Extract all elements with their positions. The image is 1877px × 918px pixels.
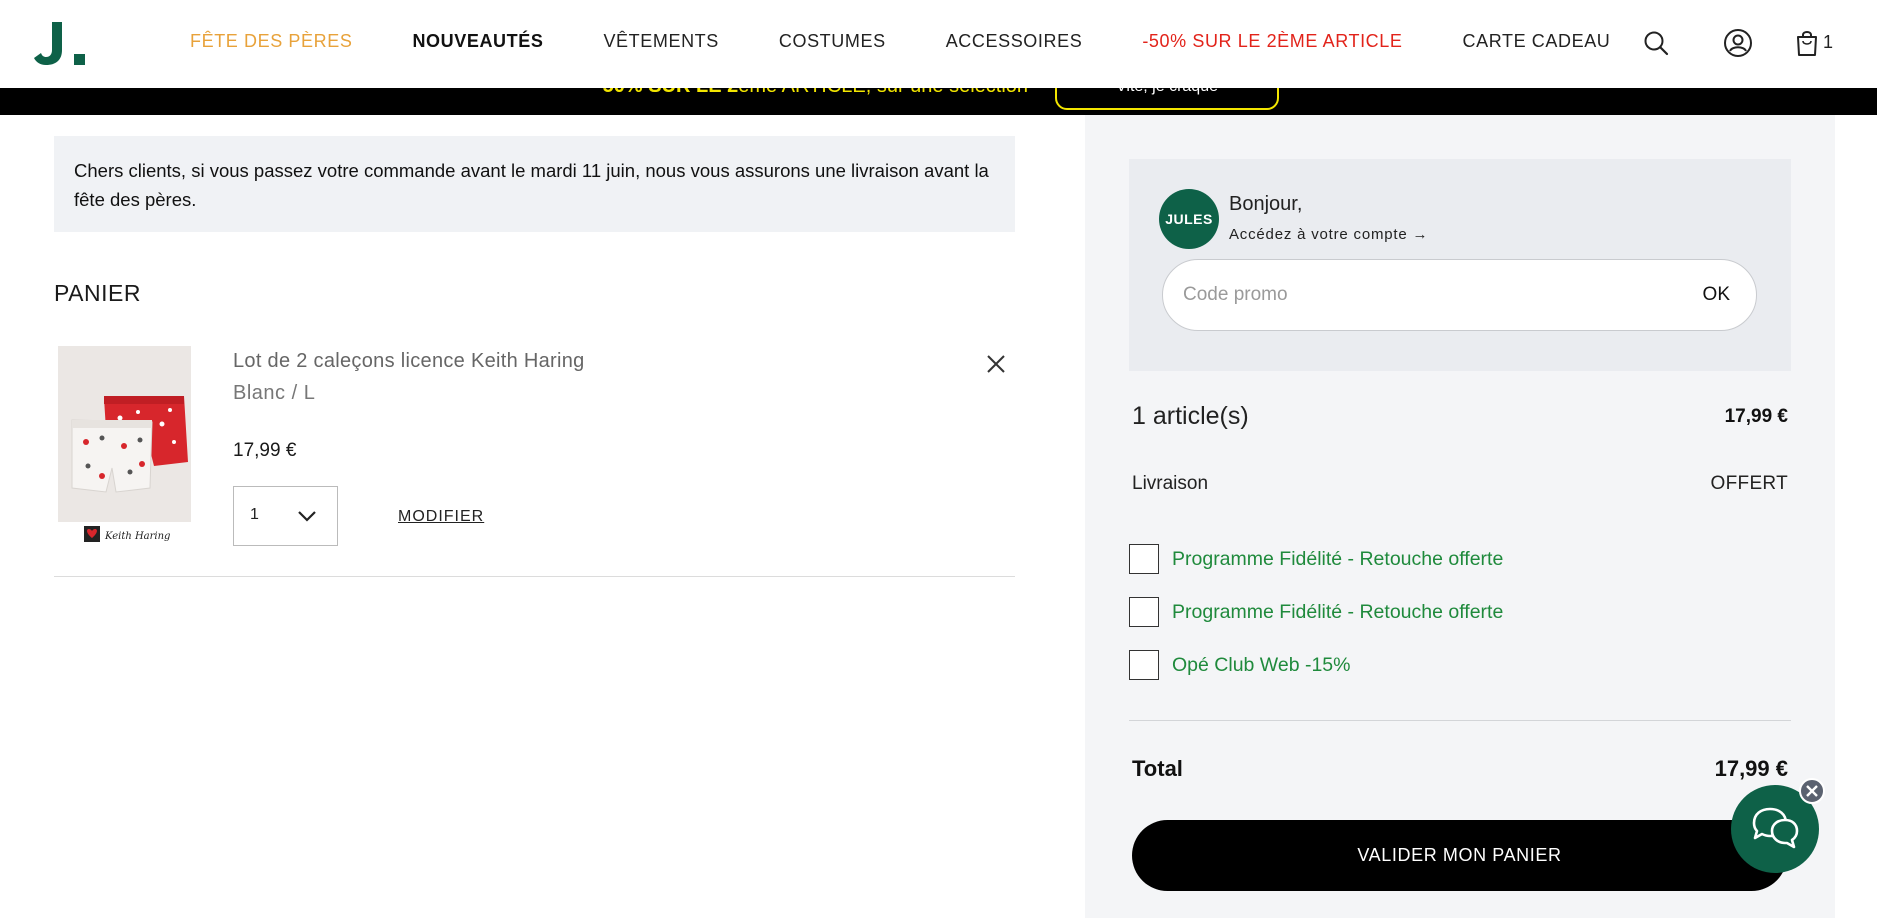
svg-text:Keith Haring: Keith Haring (104, 531, 170, 542)
articles-subtotal: 17,99 € (1724, 406, 1788, 427)
jules-logo[interactable] (34, 20, 90, 66)
main-nav: FÊTE DES PÈRES NOUVEAUTÉS VÊTEMENTS COST… (190, 30, 1610, 52)
banner-text: -50% SUR LE 2ème ARTICLE, sur une sélect… (596, 88, 1028, 98)
validate-cart-button[interactable]: VALIDER MON PANIER (1132, 820, 1787, 891)
bag-icon[interactable] (1793, 28, 1823, 58)
nav-accessoires[interactable]: ACCESSOIRES (946, 30, 1083, 52)
product-name[interactable]: Lot de 2 caleçons licence Keith Haring (233, 350, 585, 373)
product-image[interactable]: Keith Haring (58, 346, 191, 546)
offer-label: Opé Club Web -15% (1172, 654, 1351, 676)
offer-label: Programme Fidélité - Retouche offerte (1172, 601, 1504, 623)
total-label: Total (1132, 756, 1183, 781)
offer-checkbox[interactable] (1129, 544, 1159, 574)
divider (1129, 720, 1791, 721)
promo-code-input[interactable] (1183, 278, 1663, 312)
close-icon (1806, 785, 1818, 797)
product-price: 17,99 € (233, 440, 297, 461)
banner-cta-button[interactable]: Vite, je craque (1055, 88, 1279, 110)
close-icon[interactable] (985, 353, 1007, 375)
articles-count: 1 article(s) (1132, 402, 1249, 430)
cart-title: PANIER (54, 280, 141, 306)
avatar: JULES (1159, 189, 1219, 249)
delivery-notice: Chers clients, si vous passez votre comm… (54, 136, 1015, 232)
chevron-down-icon (298, 511, 316, 522)
nav-fete-des-peres[interactable]: FÊTE DES PÈRES (190, 30, 352, 52)
modify-link[interactable]: MODIFIER (398, 508, 484, 526)
delivery-value: OFFERT (1710, 473, 1788, 494)
cart-count: 1 (1823, 32, 1834, 52)
chat-bubbles-icon (1752, 807, 1799, 849)
account-link[interactable]: Accédez à votre compte → (1229, 226, 1428, 243)
nav-vetements[interactable]: VÊTEMENTS (603, 30, 718, 52)
site-header: FÊTE DES PÈRES NOUVEAUTÉS VÊTEMENTS COST… (0, 0, 1877, 88)
promo-ok-button[interactable]: OK (1703, 284, 1730, 306)
quantity-value: 1 (250, 506, 259, 523)
nav-nouveautes[interactable]: NOUVEAUTÉS (412, 30, 543, 52)
account-icon[interactable] (1723, 28, 1753, 58)
search-icon[interactable] (1641, 28, 1671, 58)
nav-promo-second-article[interactable]: -50% SUR LE 2ÈME ARTICLE (1142, 30, 1402, 52)
nav-carte-cadeau[interactable]: CARTE CADEAU (1463, 30, 1611, 52)
boxer-shorts-illustration: Keith Haring (58, 346, 191, 546)
offer-checkbox[interactable] (1129, 597, 1159, 627)
divider (54, 576, 1015, 577)
chat-close-button[interactable] (1799, 778, 1825, 804)
greeting: Bonjour, (1229, 193, 1303, 215)
banner-text-rest: ème ARTICLE, sur une sélection (738, 88, 1028, 97)
total-value: 17,99 € (1714, 756, 1788, 781)
nav-costumes[interactable]: COSTUMES (779, 30, 886, 52)
offer-checkbox[interactable] (1129, 650, 1159, 680)
product-variant: Blanc / L (233, 382, 316, 404)
promo-banner: -50% SUR LE 2ème ARTICLE, sur une sélect… (0, 88, 1877, 115)
offer-label: Programme Fidélité - Retouche offerte (1172, 548, 1504, 570)
quantity-select[interactable]: 1 (233, 486, 338, 546)
banner-text-bold: -50% SUR LE 2 (596, 88, 738, 97)
delivery-label: Livraison (1132, 473, 1209, 494)
promo-code-field: OK (1162, 259, 1757, 331)
